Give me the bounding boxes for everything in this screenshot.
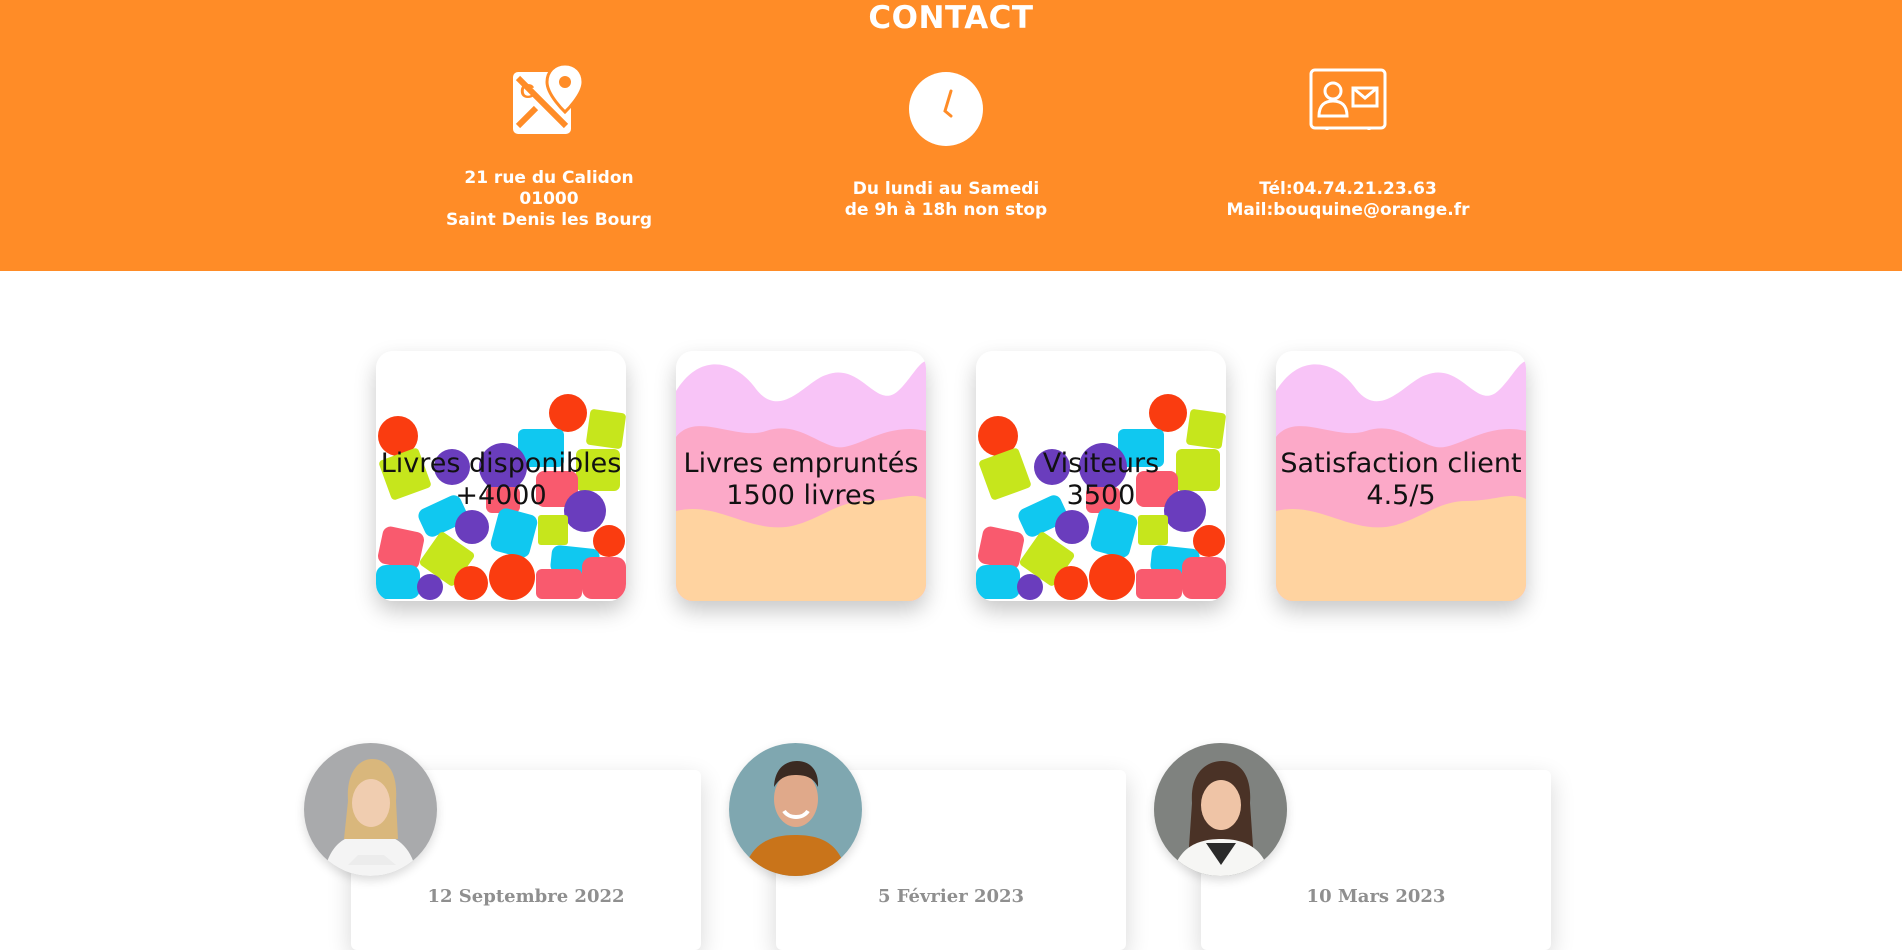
stat-title: Visiteurs [1042, 448, 1160, 479]
stat-card-books-available: Livres disponibles +4000 [376, 351, 626, 601]
stat-value: +4000 [455, 480, 547, 511]
address-line-3: Saint Denis les Bourg [446, 210, 652, 230]
mail-line: Mail:bouquine@orange.fr [1226, 200, 1470, 220]
stat-card-visitors: Visiteurs 3500 [976, 351, 1226, 601]
team-card-date: 12 Septembre 2022 [427, 886, 625, 907]
woman-blonde-avatar [304, 743, 437, 876]
phone-line: Tél:04.74.21.23.63 [1259, 179, 1437, 199]
team-section: 12 Septembre 2022 5 Février 2023 10 Mars… [0, 740, 1902, 950]
contact-title: CONTACT [868, 0, 1034, 36]
stat-card-books-borrowed: Livres empruntés 1500 livres [676, 351, 926, 601]
stat-card-satisfaction: Satisfaction client 4.5/5 [1276, 351, 1526, 601]
team-card-date: 5 Février 2023 [877, 886, 1025, 907]
stat-title: Livres disponibles [380, 448, 622, 479]
contact-section: CONTACT G 21 rue du Calidon 01000 Saint … [0, 0, 1902, 271]
stat-value: 1500 livres [726, 480, 876, 511]
team-card-date: 10 Mars 2023 [1306, 886, 1446, 907]
google-maps-icon: G [512, 62, 586, 136]
stats-section: Livres disponibles +4000 Livres emprunté… [376, 351, 1526, 601]
svg-text:G: G [520, 81, 536, 103]
hours-line-1: Du lundi au Samedi [852, 179, 1040, 199]
address-line-2: 01000 [519, 189, 579, 209]
clock-icon [909, 72, 983, 146]
man-smiling-avatar [729, 743, 862, 876]
address-line-1: 21 rue du Calidon [464, 168, 634, 188]
woman-brunette-avatar [1154, 743, 1287, 876]
contact-card-icon [1309, 68, 1387, 134]
stat-title: Satisfaction client [1280, 448, 1522, 479]
stat-value: 4.5/5 [1366, 480, 1436, 511]
hours-line-2: de 9h à 18h non stop [844, 200, 1048, 220]
stat-value: 3500 [1066, 480, 1136, 511]
stat-title: Livres empruntés [683, 448, 919, 479]
